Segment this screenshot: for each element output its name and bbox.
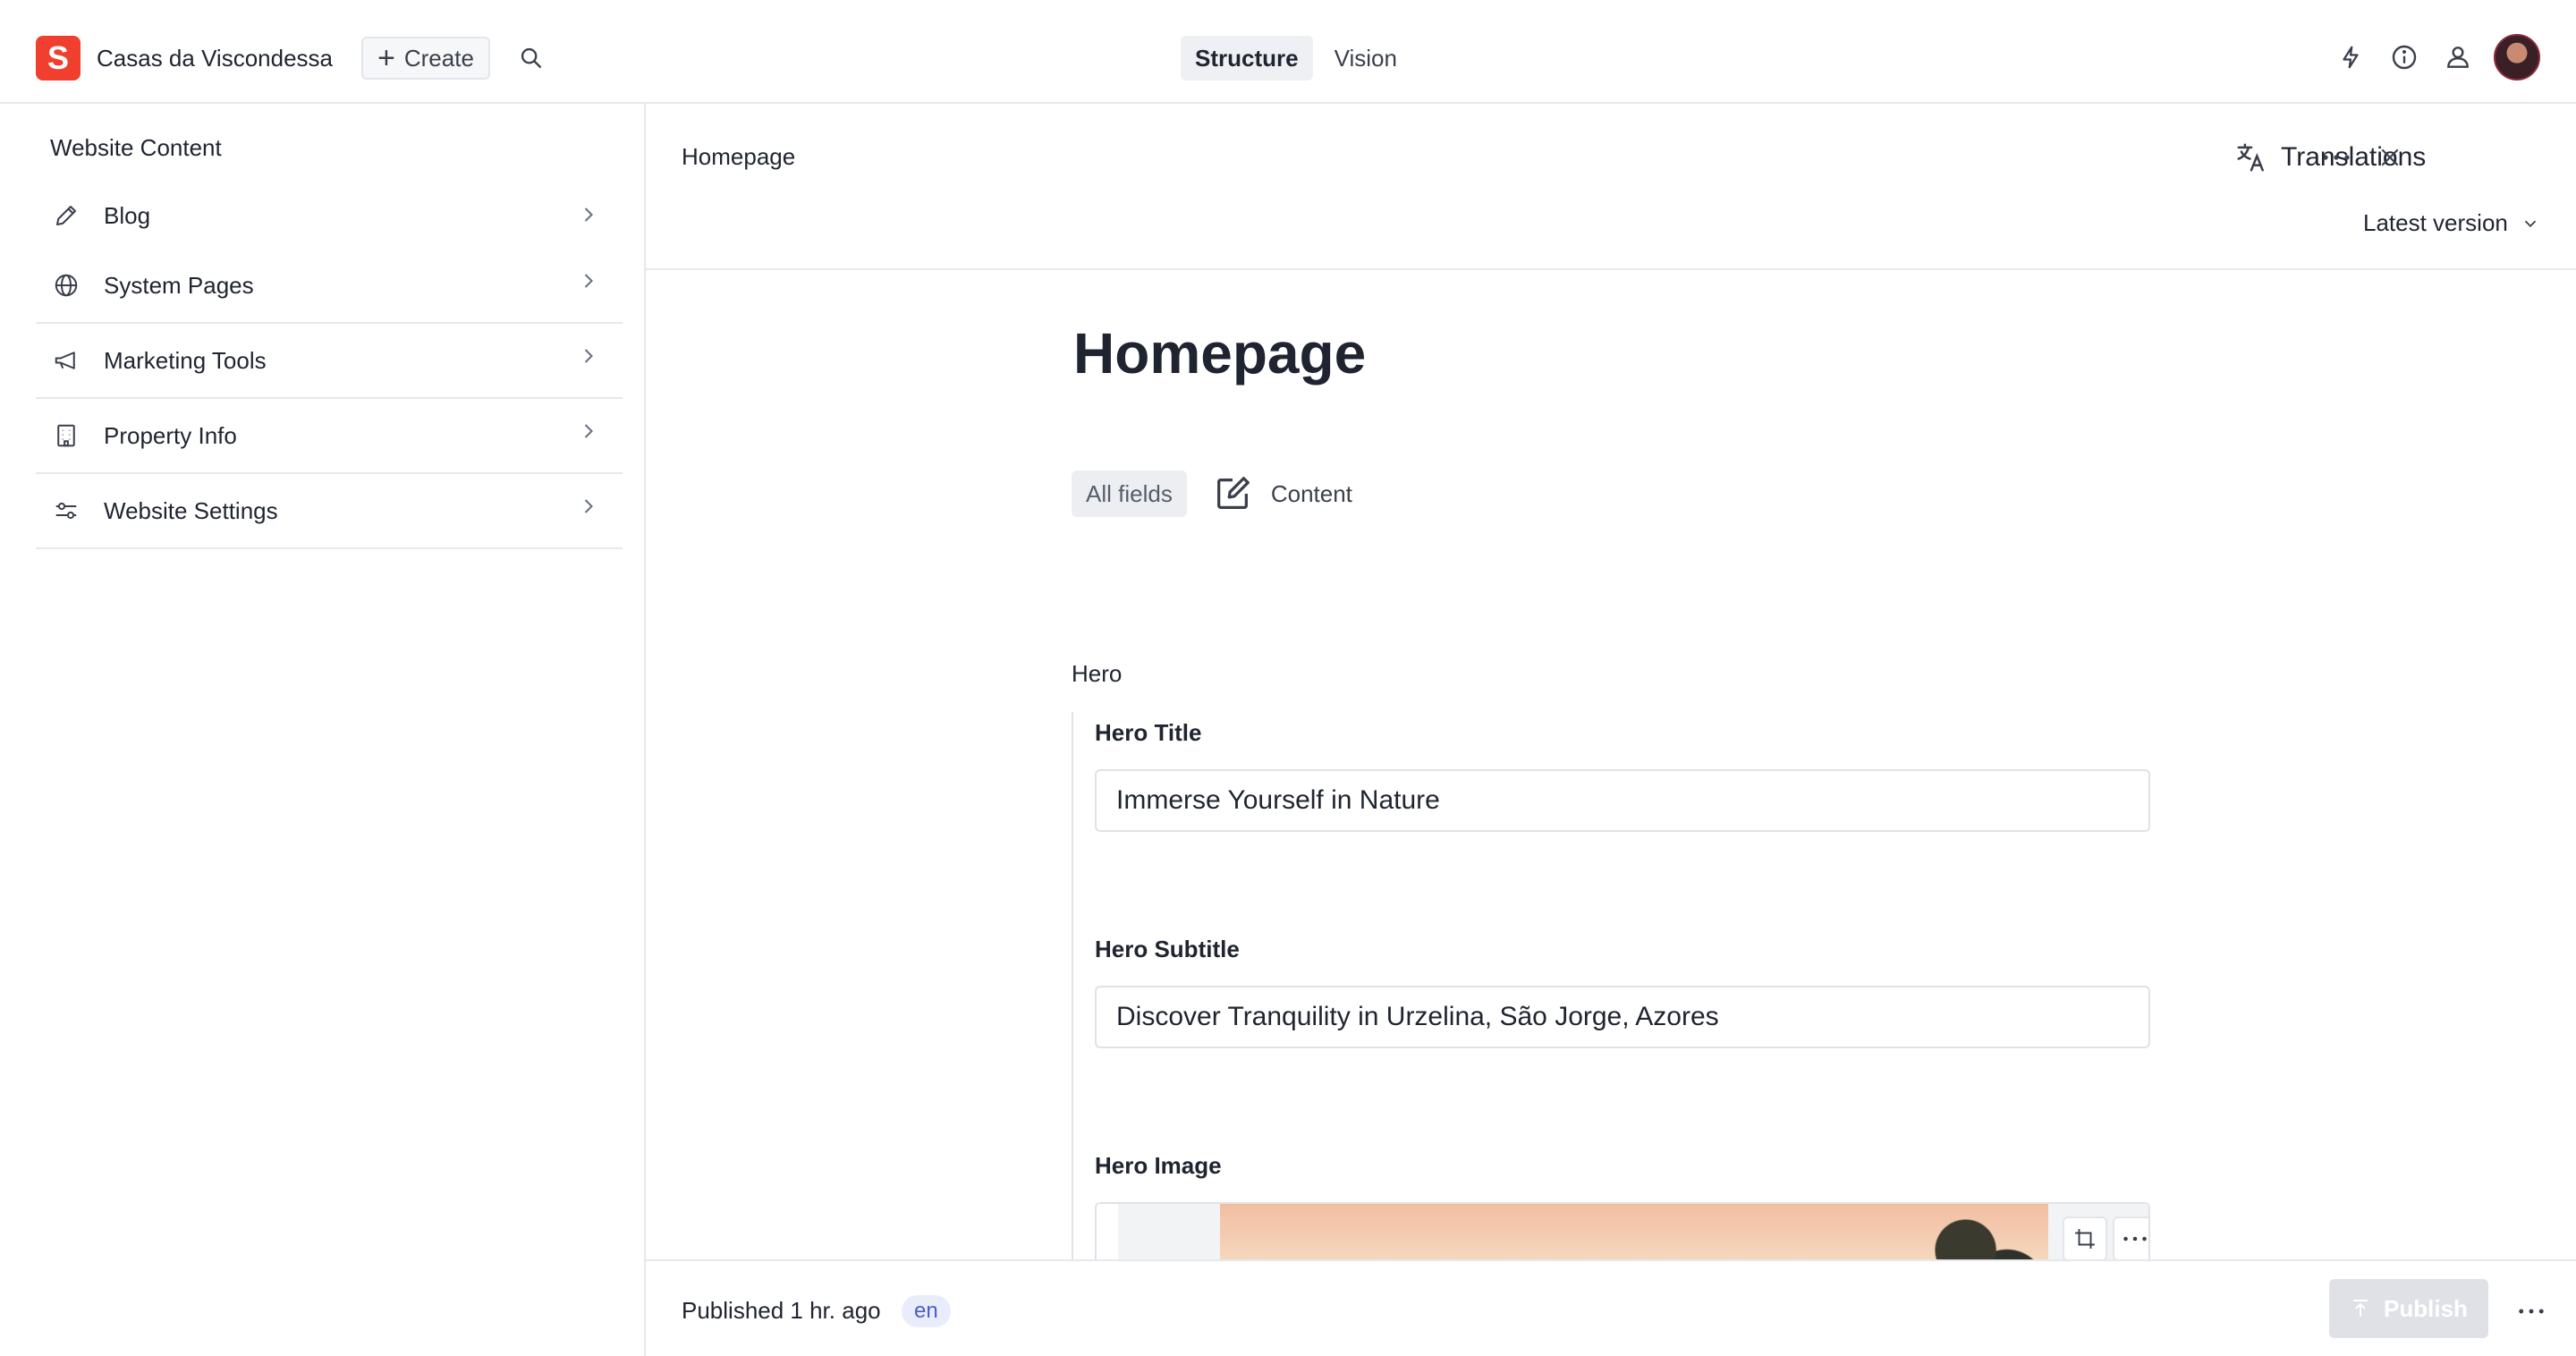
create-button-label: Create bbox=[403, 44, 474, 72]
hero-title-label: Hero Title bbox=[1095, 719, 1202, 746]
sidebar-item-label: Website Settings bbox=[104, 496, 278, 524]
sidebar-item-label: Marketing Tools bbox=[104, 346, 267, 374]
ellipsis-icon bbox=[2123, 1236, 2147, 1242]
version-label: Latest version bbox=[2363, 209, 2508, 236]
search-icon bbox=[521, 47, 542, 69]
structure-sidebar: Website Content Blog System Pages Market… bbox=[0, 104, 646, 1356]
top-bar: S Casas da Viscondessa + Create Structur… bbox=[0, 0, 2576, 104]
sidebar-item-property-info[interactable]: Property Info bbox=[36, 399, 623, 474]
top-bar-left: S Casas da Viscondessa + Create bbox=[36, 36, 549, 81]
tab-content[interactable]: Content bbox=[1212, 473, 1352, 514]
chevron-right-icon bbox=[584, 424, 593, 438]
publish-button-label: Publish bbox=[2384, 1294, 2468, 1322]
document-pane: Homepage Translations Latest version Hom… bbox=[646, 104, 2576, 1356]
edit-icon bbox=[1216, 477, 1250, 509]
chevron-right-icon bbox=[584, 274, 593, 288]
sidebar-item-marketing-tools[interactable]: Marketing Tools bbox=[36, 324, 623, 399]
close-pane-button[interactable] bbox=[2372, 141, 2408, 174]
sidebar-item-website-settings[interactable]: Website Settings bbox=[36, 474, 623, 549]
megaphone-icon bbox=[52, 346, 80, 375]
search-button[interactable] bbox=[513, 40, 549, 76]
tab-vision[interactable]: Vision bbox=[1320, 36, 1411, 81]
sidebar-item-label: Property Info bbox=[104, 421, 237, 449]
sidebar-item-label: Blog bbox=[104, 201, 151, 229]
project-name[interactable]: Casas da Viscondessa bbox=[97, 45, 333, 72]
updates-button[interactable] bbox=[2327, 34, 2374, 81]
members-button[interactable] bbox=[2435, 34, 2481, 81]
crop-icon bbox=[2075, 1229, 2095, 1249]
sidebar-title: Website Content bbox=[50, 134, 222, 161]
publish-button[interactable]: Publish bbox=[2329, 1279, 2488, 1338]
sidebar-item-label: System Pages bbox=[104, 271, 254, 299]
hero-group-label: Hero bbox=[1072, 660, 1123, 687]
image-options-button[interactable] bbox=[2113, 1216, 2148, 1261]
field-group-tabs: All fields Content bbox=[1072, 470, 1352, 517]
create-button[interactable]: + Create bbox=[361, 37, 490, 80]
sidebar-item-system-pages[interactable]: System Pages bbox=[36, 249, 623, 324]
building-icon bbox=[52, 421, 80, 450]
document-title: Homepage bbox=[1073, 321, 1367, 386]
version-selector[interactable]: Latest version bbox=[2363, 209, 2540, 237]
studio-page: S Casas da Viscondessa + Create Structur… bbox=[0, 0, 2576, 1356]
tab-structure[interactable]: Structure bbox=[1181, 36, 1313, 81]
document-header: Homepage Translations Latest version bbox=[646, 104, 2576, 270]
hero-subtitle-label: Hero Subtitle bbox=[1095, 936, 1240, 962]
document-actions-button[interactable] bbox=[2513, 1295, 2549, 1327]
tab-content-label: Content bbox=[1270, 479, 1352, 507]
hero-subtitle-input[interactable]: Discover Tranquility in Urzelina, São Jo… bbox=[1095, 986, 2150, 1048]
sidebar-list: Blog System Pages Marketing Tools Proper… bbox=[36, 182, 623, 549]
help-button[interactable] bbox=[2381, 34, 2428, 81]
crop-button[interactable] bbox=[2063, 1216, 2107, 1261]
chevron-down-icon bbox=[2524, 220, 2537, 227]
plus-icon: + bbox=[377, 41, 395, 75]
publish-icon bbox=[2353, 1300, 2368, 1317]
top-bar-right bbox=[2320, 34, 2540, 81]
pencil-icon bbox=[52, 201, 80, 230]
hero-image-label: Hero Image bbox=[1095, 1152, 1222, 1179]
ellipsis-icon bbox=[2323, 155, 2350, 160]
chevron-right-icon bbox=[584, 499, 593, 513]
tool-switcher: Structure Vision bbox=[1181, 36, 1419, 81]
publish-status: Published 1 hr. ago bbox=[682, 1297, 881, 1324]
document-footer: Published 1 hr. ago en Publish bbox=[646, 1259, 2576, 1356]
translate-icon bbox=[2237, 143, 2264, 172]
close-icon bbox=[2381, 148, 2399, 166]
ellipsis-icon bbox=[2519, 1309, 2544, 1314]
globe-icon bbox=[52, 271, 80, 300]
users-icon bbox=[2447, 47, 2469, 68]
info-icon bbox=[2392, 45, 2417, 70]
chevron-right-icon bbox=[584, 208, 593, 222]
document-menu-button[interactable] bbox=[2318, 141, 2354, 174]
chevron-right-icon bbox=[584, 349, 593, 363]
sidebar-item-blog[interactable]: Blog bbox=[36, 182, 623, 249]
document-breadcrumb: Homepage bbox=[682, 143, 796, 170]
studio-logo[interactable]: S bbox=[36, 36, 80, 81]
tab-all-fields[interactable]: All fields bbox=[1072, 470, 1187, 517]
bolt-icon bbox=[2343, 46, 2359, 69]
hero-title-input[interactable]: Immerse Yourself in Nature bbox=[1095, 769, 2150, 832]
sliders-icon bbox=[52, 496, 80, 525]
avatar[interactable] bbox=[2494, 34, 2540, 81]
language-badge: en bbox=[902, 1295, 951, 1327]
